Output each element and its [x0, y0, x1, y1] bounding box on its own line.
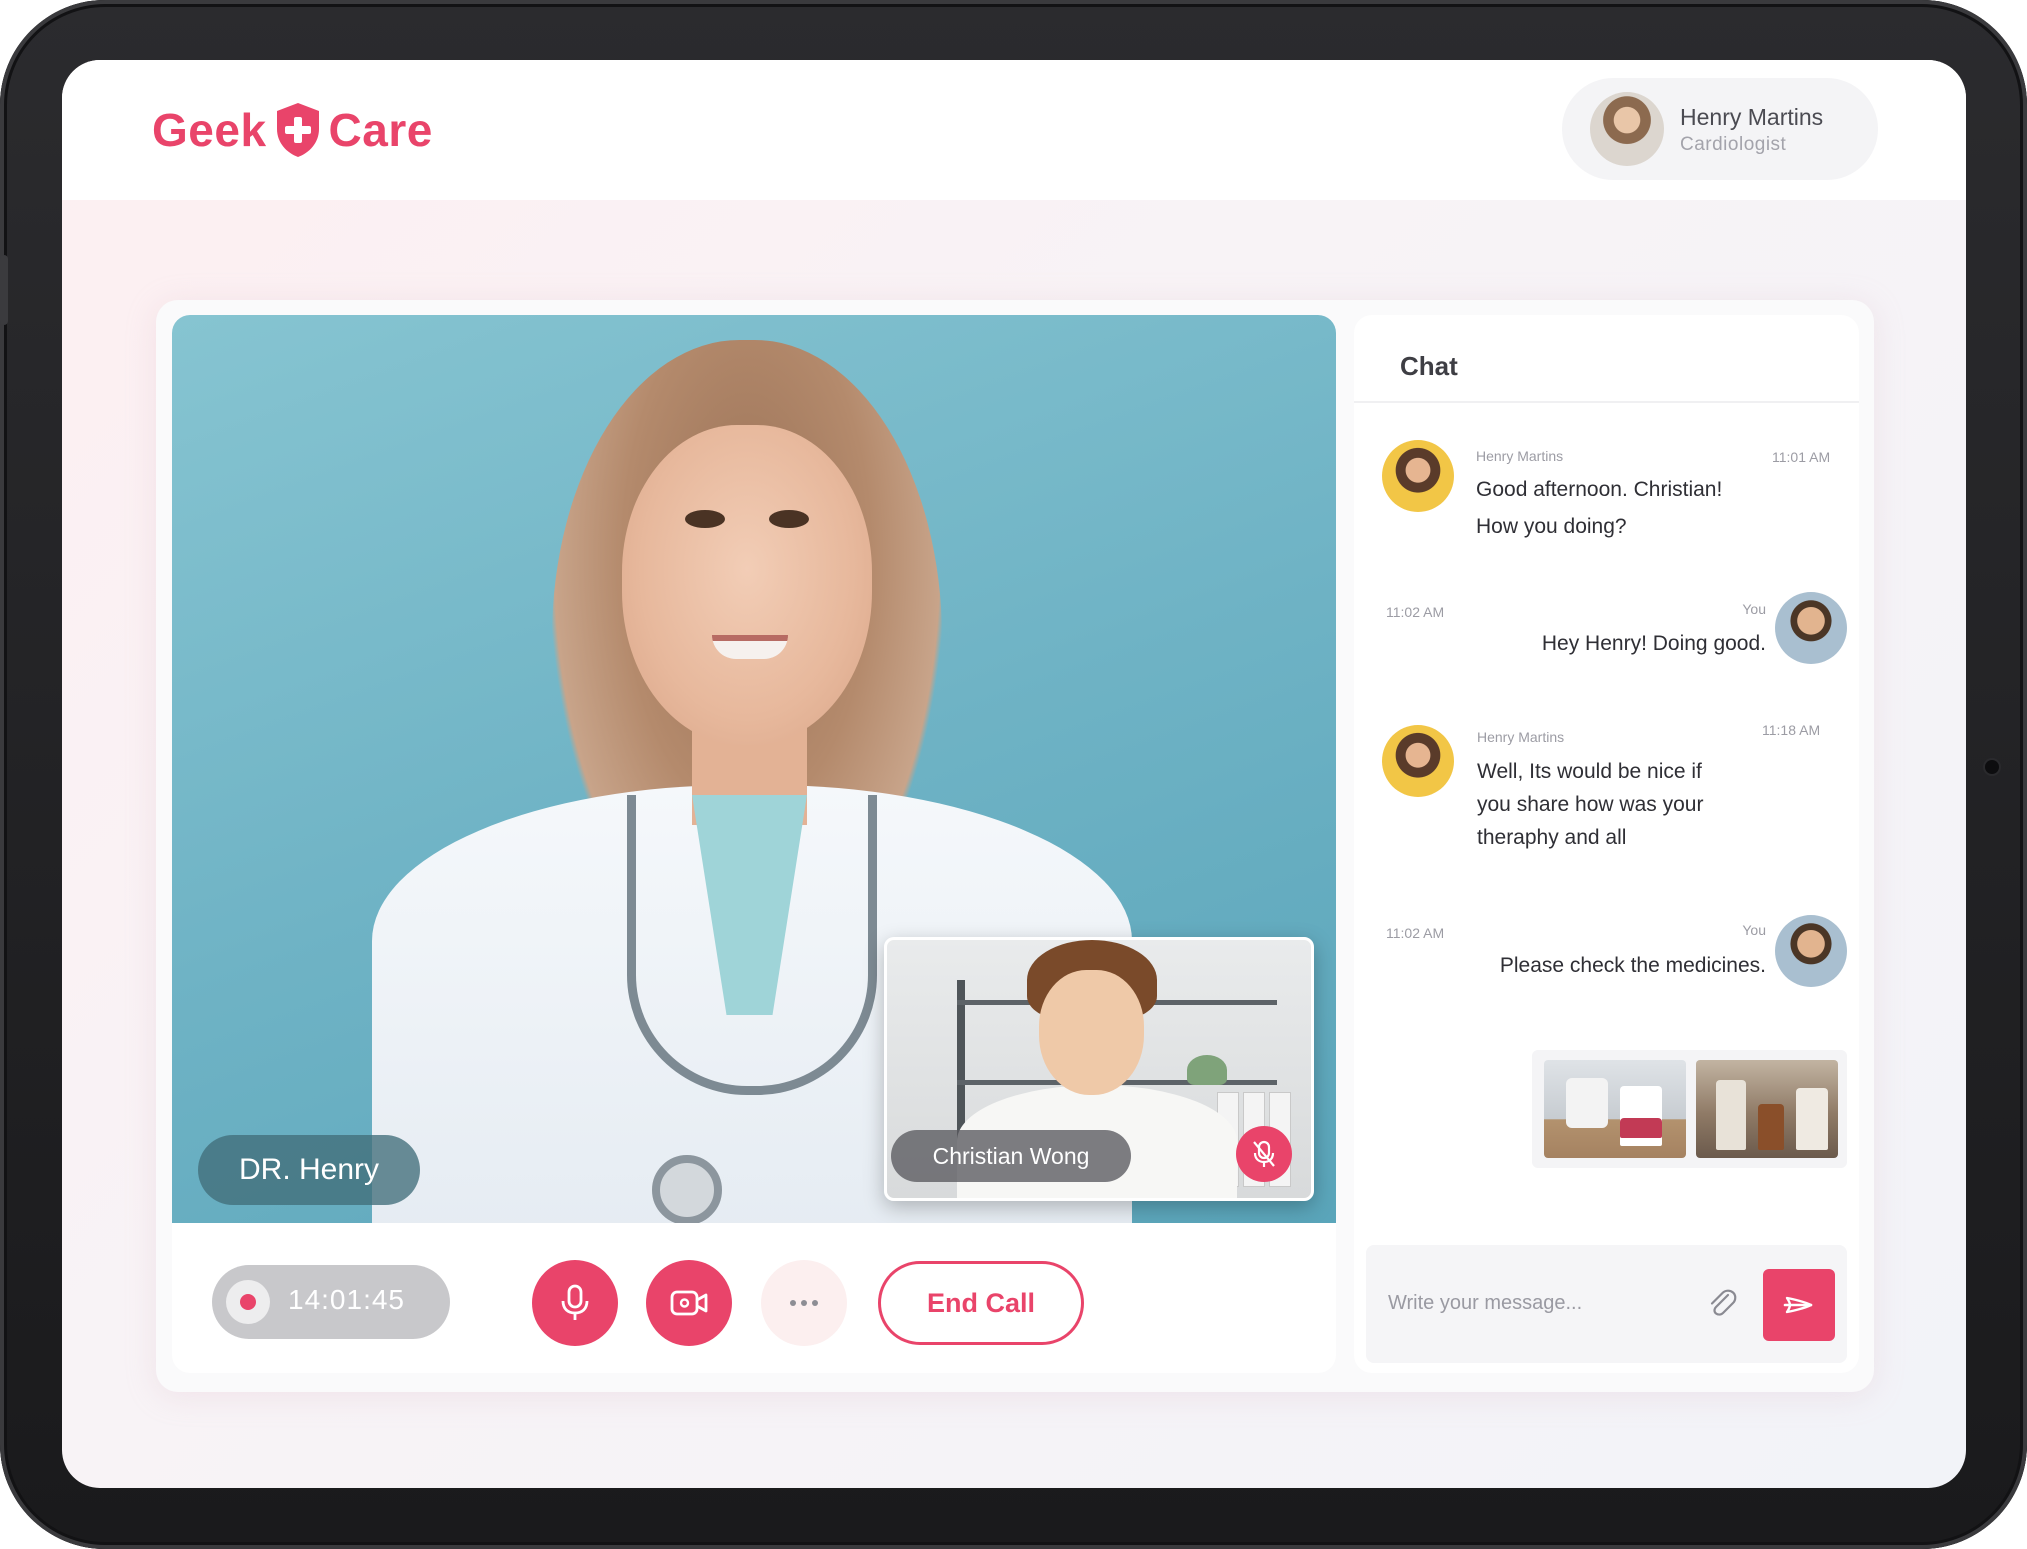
video-figure-eye-left [685, 510, 725, 528]
bottle-shape [1758, 1104, 1784, 1150]
bottle-label [1620, 1118, 1662, 1138]
video-camera-icon [670, 1290, 708, 1316]
message-sender: Henry Martins [1477, 729, 1565, 745]
profile-role: Cardiologist [1680, 134, 1787, 155]
send-button[interactable] [1763, 1269, 1835, 1341]
message-attachments [1532, 1050, 1847, 1168]
microphone-button[interactable] [532, 1260, 618, 1346]
message-text: Please check the medicines. [1499, 954, 1766, 977]
video-figure-face [622, 425, 872, 745]
end-call-button[interactable]: End Call [878, 1261, 1084, 1345]
paperclip-icon[interactable] [1704, 1285, 1740, 1321]
user-profile[interactable]: Henry Martins Cardiologist [1562, 78, 1878, 180]
avatar [1382, 440, 1454, 512]
mic-slash-icon [1253, 1140, 1275, 1167]
stethoscope-bell [652, 1155, 722, 1223]
bottle-shape [1716, 1080, 1746, 1150]
chat-panel: Chat Henry Martins 11:01 AM Good afterno… [1354, 315, 1859, 1373]
app-screen: Geek Care Henry Martins Cardiologist DR.… [62, 60, 1966, 1488]
chat-divider [1354, 401, 1859, 403]
mug-shape [1566, 1078, 1608, 1128]
message-text: Good afternoon. Christian! How you doing… [1476, 471, 1816, 545]
avatar [1382, 725, 1454, 797]
message-line: How you doing? [1476, 515, 1627, 538]
message-input[interactable] [1388, 1283, 1708, 1323]
message-sender: You [1742, 601, 1766, 617]
record-dot-icon [240, 1294, 256, 1310]
attachment-image[interactable] [1544, 1060, 1686, 1158]
message-time: 11:01 AM [1772, 449, 1831, 465]
message-line: Well, Its would be nice if [1477, 760, 1702, 783]
timer-text: 14:01:45 [288, 1284, 405, 1315]
more-dots-icon [790, 1300, 818, 1306]
device-side-button [0, 255, 8, 325]
message-time: 11:02 AM [1386, 925, 1445, 941]
main-video-feed: DR. Henry Christian Wong [172, 315, 1336, 1223]
message-text: Well, Its would be nice if you share how… [1477, 755, 1817, 854]
tablet-frame: Geek Care Henry Martins Cardiologist DR.… [0, 0, 2027, 1549]
video-panel: DR. Henry Christian Wong 14:01:45 End Ca… [172, 315, 1336, 1373]
brand-name-right: Care [328, 104, 433, 156]
message-sender: Henry Martins [1476, 448, 1564, 464]
microphone-icon [561, 1284, 589, 1320]
video-figure-eye-right [769, 510, 809, 528]
shield-plus-icon [276, 103, 319, 157]
avatar [1775, 592, 1847, 664]
brand-logo[interactable]: Geek Care [152, 100, 433, 160]
stethoscope [627, 795, 877, 1095]
send-icon [1783, 1296, 1813, 1314]
message-text: Hey Henry! Doing good. [1541, 632, 1766, 655]
avatar [1775, 915, 1847, 987]
avatar [1590, 92, 1664, 166]
main-participant-label: DR. Henry [198, 1135, 420, 1205]
app-header: Geek Care Henry Martins Cardiologist [62, 60, 1966, 200]
pip-figure-face [1039, 970, 1144, 1095]
bottle-shape [1796, 1088, 1828, 1150]
pip-participant-label: Christian Wong [891, 1130, 1131, 1182]
device-camera [1985, 760, 1999, 774]
brand-name-left: Geek [152, 104, 267, 156]
pip-plant [1187, 1055, 1227, 1085]
mic-muted-icon[interactable] [1236, 1126, 1292, 1182]
record-indicator [226, 1280, 270, 1324]
message-sender: You [1742, 922, 1766, 938]
message-line: you share how was your [1477, 793, 1704, 816]
message-time: 11:18 AM [1762, 722, 1821, 738]
video-figure-mouth [712, 635, 788, 659]
message-line: Good afternoon. Christian! [1476, 478, 1723, 501]
camera-button[interactable] [646, 1260, 732, 1346]
call-timer: 14:01:45 [212, 1265, 450, 1339]
message-time: 11:02 AM [1386, 604, 1445, 620]
attachment-image[interactable] [1696, 1060, 1838, 1158]
chat-title: Chat [1400, 351, 1458, 381]
more-options-button[interactable] [761, 1260, 847, 1346]
message-composer [1366, 1245, 1847, 1363]
message-line: theraphy and all [1477, 826, 1627, 849]
profile-name: Henry Martins [1680, 104, 1824, 130]
pip-video-feed[interactable]: Christian Wong [884, 937, 1314, 1201]
